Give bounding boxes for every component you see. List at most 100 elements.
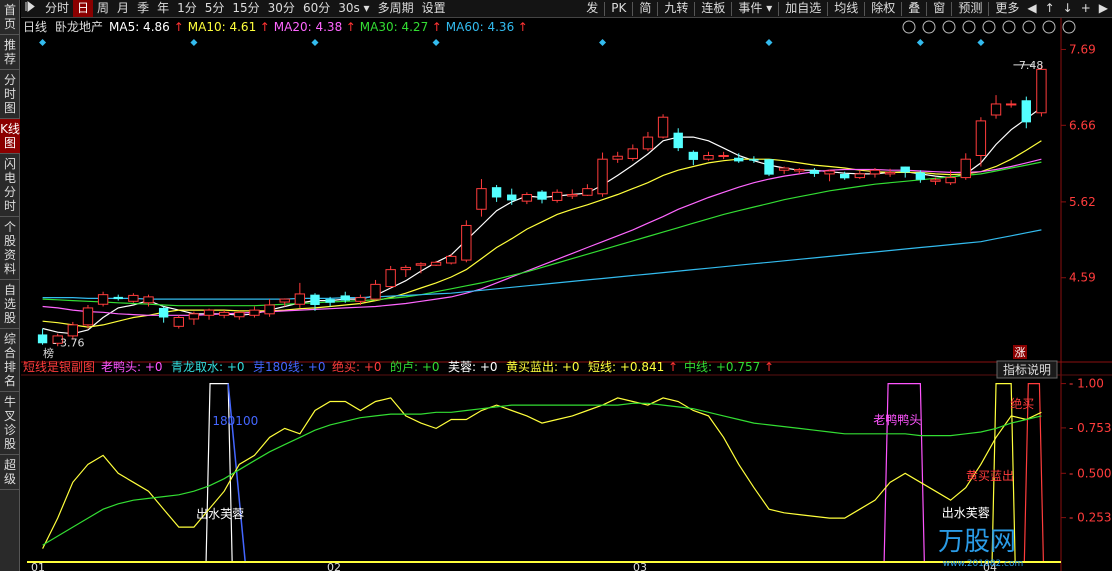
candle-body-21 — [355, 297, 366, 302]
candle-body-6 — [128, 294, 139, 302]
play-icon[interactable] — [21, 0, 41, 17]
candle-body-50 — [794, 168, 805, 172]
candle-body-60 — [945, 177, 956, 184]
candle-body-40 — [642, 136, 654, 150]
candle-body-46 — [734, 157, 744, 162]
candle-body-5 — [113, 296, 123, 300]
period-button-4[interactable]: 季 — [133, 0, 153, 17]
sidebar-item-5[interactable]: 个股资料 — [0, 217, 20, 280]
ma-legend-arrow-3: ↑ — [432, 20, 442, 34]
price-label-1: 6.66 — [1069, 118, 1096, 132]
candle-body-12 — [218, 311, 230, 316]
toolbar-separator — [901, 1, 903, 16]
sidebar-item-3[interactable]: K线图 — [0, 119, 20, 154]
candle-body-9 — [173, 317, 184, 327]
candle-body-41 — [657, 116, 669, 138]
toolbar-separator — [951, 1, 953, 16]
candle-body-3 — [82, 307, 94, 326]
indicator-axis-label-1: - 0.753 — [1069, 421, 1112, 435]
tool-button-8[interactable]: 除权 — [867, 0, 899, 17]
sidebar-item-9[interactable]: 超级 — [0, 455, 20, 490]
ma-legend-arrow-0: ↑ — [174, 20, 184, 34]
tool-button-2[interactable]: 简 — [635, 0, 655, 17]
ma-legend-arrow-2: ↑ — [346, 20, 356, 34]
candle-body-65 — [1021, 100, 1031, 123]
tool-button-9[interactable]: 叠 — [904, 0, 924, 17]
period-button-0[interactable]: 分时 — [41, 0, 73, 17]
tool-button-4[interactable]: 连板 — [697, 0, 729, 17]
period-button-10[interactable]: 60分 — [299, 0, 334, 17]
candle-body-54 — [854, 173, 866, 179]
ma-legend-2: MA20: 4.38 — [274, 20, 342, 34]
indicator-legend-8: 短线: +0.841 — [588, 360, 664, 374]
period-button-5[interactable]: 年 — [153, 0, 173, 17]
period-button-7[interactable]: 5分 — [201, 0, 229, 17]
period-button-3[interactable]: 月 — [113, 0, 133, 17]
tool-button-12[interactable]: 更多 — [991, 0, 1023, 17]
toolbar-separator — [827, 1, 829, 16]
period-button-12[interactable]: 多周期 — [374, 0, 418, 17]
sidebar-item-7[interactable]: 综合排名 — [0, 329, 20, 392]
plus-icon[interactable]: + — [1077, 0, 1095, 17]
indicator-legend-4: 绝买: +0 — [332, 359, 382, 374]
price-label-2: 5.62 — [1069, 195, 1096, 209]
sidebar-item-8[interactable]: 牛叉诊股 — [0, 392, 20, 455]
candle-body-30 — [491, 187, 502, 198]
candle-body-48 — [764, 159, 774, 175]
period-label: 日线 — [23, 20, 47, 34]
candle-body-47 — [749, 159, 759, 161]
tool-button-0[interactable]: 发 — [582, 0, 602, 17]
period-button-11[interactable]: 30s ▾ — [334, 0, 373, 17]
tool-button-1[interactable]: PK — [607, 0, 630, 17]
period-button-2[interactable]: 周 — [93, 0, 113, 17]
indicator-legend-2: 青龙取水: +0 — [171, 360, 245, 374]
sidebar-item-4[interactable]: 闪电分时 — [0, 154, 20, 217]
limit-up-label: 涨 — [1015, 346, 1026, 359]
candle-body-42 — [673, 132, 683, 149]
candle-body-19 — [325, 299, 335, 303]
candle-body-22 — [370, 283, 381, 300]
tool-button-11[interactable]: 预测 — [954, 0, 986, 17]
candle-body-16 — [279, 298, 290, 303]
toolbar-separator — [778, 1, 780, 16]
indicator-signal-label-1: 180100 — [212, 414, 258, 428]
sidebar-item-2[interactable]: 分时图 — [0, 70, 20, 119]
toolbar-separator — [632, 1, 634, 16]
down-arrow-icon[interactable]: ↓ — [1059, 0, 1077, 17]
candle-body-15 — [264, 304, 275, 315]
candle-body-10 — [188, 313, 200, 320]
period-button-13[interactable]: 设置 — [418, 0, 450, 17]
tool-button-5[interactable]: 事件 ▾ — [734, 0, 776, 17]
tool-button-7[interactable]: 均线 — [830, 0, 862, 17]
tool-button-3[interactable]: 九转 — [660, 0, 692, 17]
candle-body-2 — [67, 324, 79, 337]
indicator-legend-arrow-9: ↑ — [764, 360, 774, 374]
period-button-9[interactable]: 30分 — [264, 0, 299, 17]
date-label-1: 02 — [327, 561, 341, 571]
sidebar-item-0[interactable]: 首页 — [0, 0, 20, 35]
sidebar-item-1[interactable]: 推荐 — [0, 35, 20, 70]
kline-chart[interactable]: 日线 卧龙地产 MA5: 4.86 ↑ MA10: 4.61 ↑ MA20: 4.38 ↑ MA… — [21, 18, 1112, 571]
period-button-1[interactable]: 日 — [73, 0, 94, 17]
tool-button-6[interactable]: 加自选 — [781, 0, 825, 17]
tool-button-10[interactable]: 窗 — [929, 0, 949, 17]
indicator-axis-label-2: - 0.500 — [1069, 466, 1112, 480]
candle-body-18 — [310, 294, 320, 305]
period-button-6[interactable]: 1分 — [173, 0, 201, 17]
up-arrow-icon[interactable]: ↑ — [1041, 0, 1059, 17]
indicator-legend-7: 黄买蓝出: +0 — [506, 360, 580, 374]
step-forward-icon[interactable]: ▶ — [1095, 0, 1112, 17]
chart-background — [21, 18, 1112, 571]
toolbar-separator — [864, 1, 866, 16]
step-back-icon[interactable]: ◀ — [1023, 0, 1040, 17]
candle-body-24 — [400, 266, 411, 271]
toolbar-separator — [926, 1, 928, 16]
candle-body-17 — [294, 293, 306, 305]
watermark-brand: 万股网 — [938, 527, 1016, 557]
candle-body-33 — [537, 191, 547, 200]
indicator-legend-0: 短线是银副图 — [23, 360, 95, 374]
period-button-8[interactable]: 15分 — [228, 0, 263, 17]
candle-body-36 — [582, 188, 593, 196]
candle-body-8 — [158, 307, 169, 318]
sidebar-item-6[interactable]: 自选股 — [0, 280, 20, 329]
